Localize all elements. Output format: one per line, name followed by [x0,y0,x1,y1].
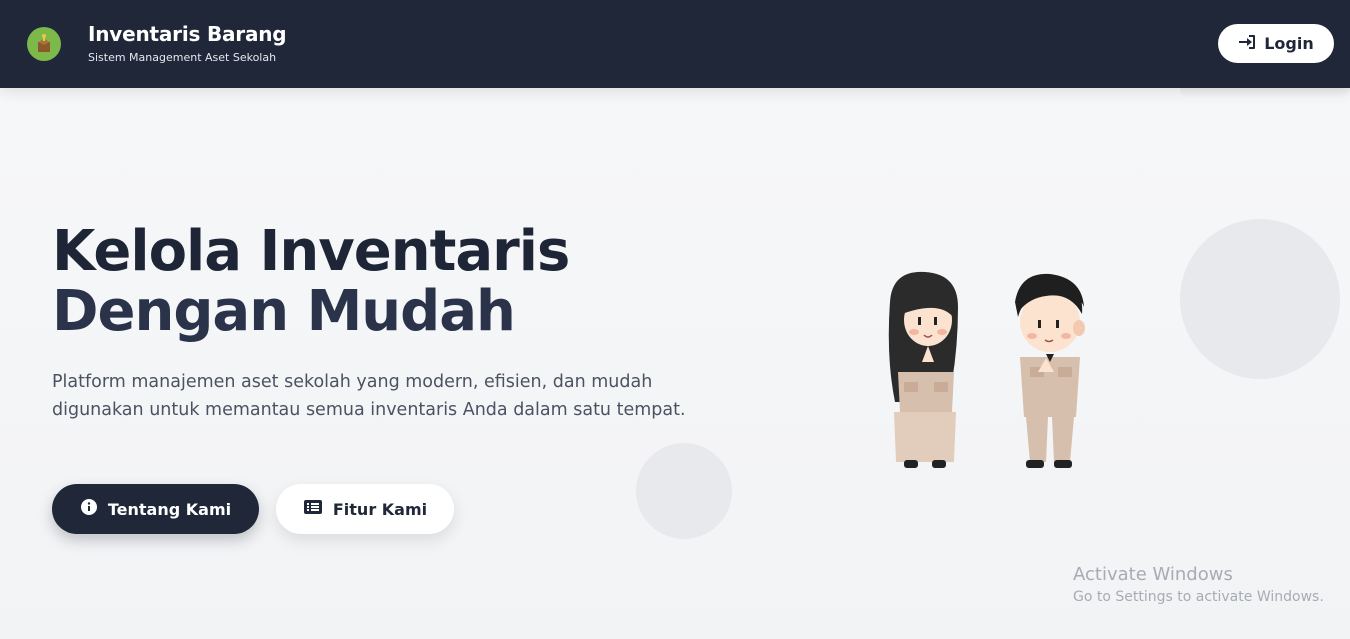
about-button-label: Tentang Kami [107,499,232,519]
login-label: Login [1264,34,1314,53]
man-figure [1015,273,1085,468]
features-button[interactable]: Fitur Kami [276,484,454,534]
hero-title-line2: Dengan Mudah [52,279,516,344]
sign-in-icon [1238,34,1256,54]
about-button[interactable]: Tentang Kami [52,484,259,534]
info-icon [80,498,98,520]
login-button[interactable]: Login [1218,24,1334,63]
windows-activation-title: Activate Windows [1073,564,1233,585]
brand-title: Inventaris Barang [88,22,287,46]
navbar: Inventaris Barang Sistem Management Aset… [0,0,1350,88]
hero-description: Platform manajemen aset sekolah yang mod… [52,372,686,420]
features-button-label: Fitur Kami [332,499,428,519]
woman-figure [888,271,958,468]
hero-title: Kelola Inventaris Dengan Mudah [52,222,752,342]
decor-circle-small [636,443,732,539]
brand-subtitle: Sistem Management Aset Sekolah [88,51,277,64]
list-icon [303,499,323,519]
school-staff-illustration [870,262,1110,477]
decor-circle-large [1180,219,1340,379]
header-edge-shadow [1180,88,1350,98]
hero-title-line1: Kelola Inventaris [52,219,570,284]
landing-page: Inventaris Barang Sistem Management Aset… [0,0,1350,639]
windows-activation-subtitle: Go to Settings to activate Windows. [1073,589,1324,605]
box-icon [27,27,61,61]
